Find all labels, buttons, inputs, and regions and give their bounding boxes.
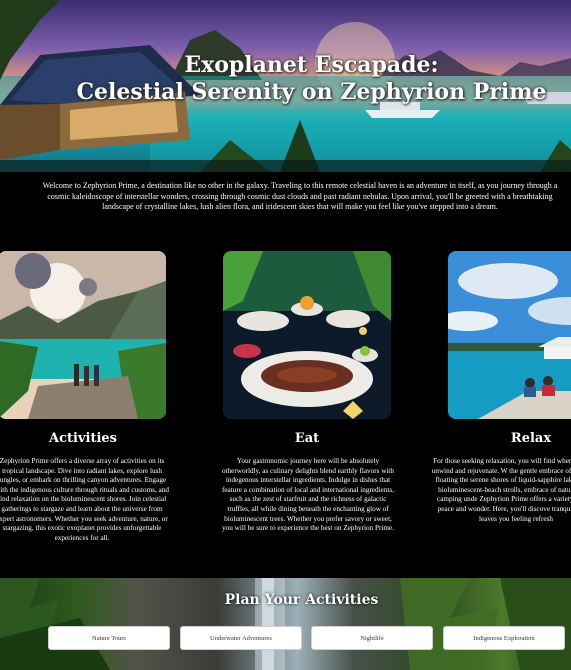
hero-title-line1: Exoplanet Escapade: (184, 52, 439, 78)
activities-image (0, 251, 166, 419)
hero-title: Exoplanet Escapade: Celestial Serenity o… (26, 52, 571, 106)
intro-paragraph: Welcome to Zephyrion Prime, a destinatio… (42, 181, 558, 211)
relax-image (448, 251, 571, 419)
plan-title: Plan Your Activities (224, 592, 379, 608)
eat-image (223, 251, 391, 419)
feature-title-relax: Relax (510, 431, 552, 446)
nightlife-button[interactable]: Nightlife (311, 626, 433, 650)
hero-banner: Exoplanet Escapade: Celestial Serenity o… (0, 0, 571, 172)
nature-tours-button[interactable]: Nature Tours (48, 626, 170, 650)
page: Exoplanet Escapade: Celestial Serenity o… (0, 0, 571, 670)
feature-title-eat: Eat (294, 431, 320, 446)
feature-text-relax: For those seeking relaxation, you will f… (431, 457, 571, 523)
underwater-adventures-button[interactable]: Underwater Adventures (180, 626, 302, 650)
feature-text-eat: Your gastronomic journey here will be ab… (221, 457, 395, 533)
hero-title-line2: Celestial Serenity on Zephyrion Prime (76, 79, 547, 105)
feature-title-activities: Activities (49, 431, 117, 446)
feature-text-activities: Zephyrion Prime offers a diverse array o… (0, 457, 169, 542)
indigenous-exploration-button[interactable]: Indigenous Exploration (443, 626, 565, 650)
